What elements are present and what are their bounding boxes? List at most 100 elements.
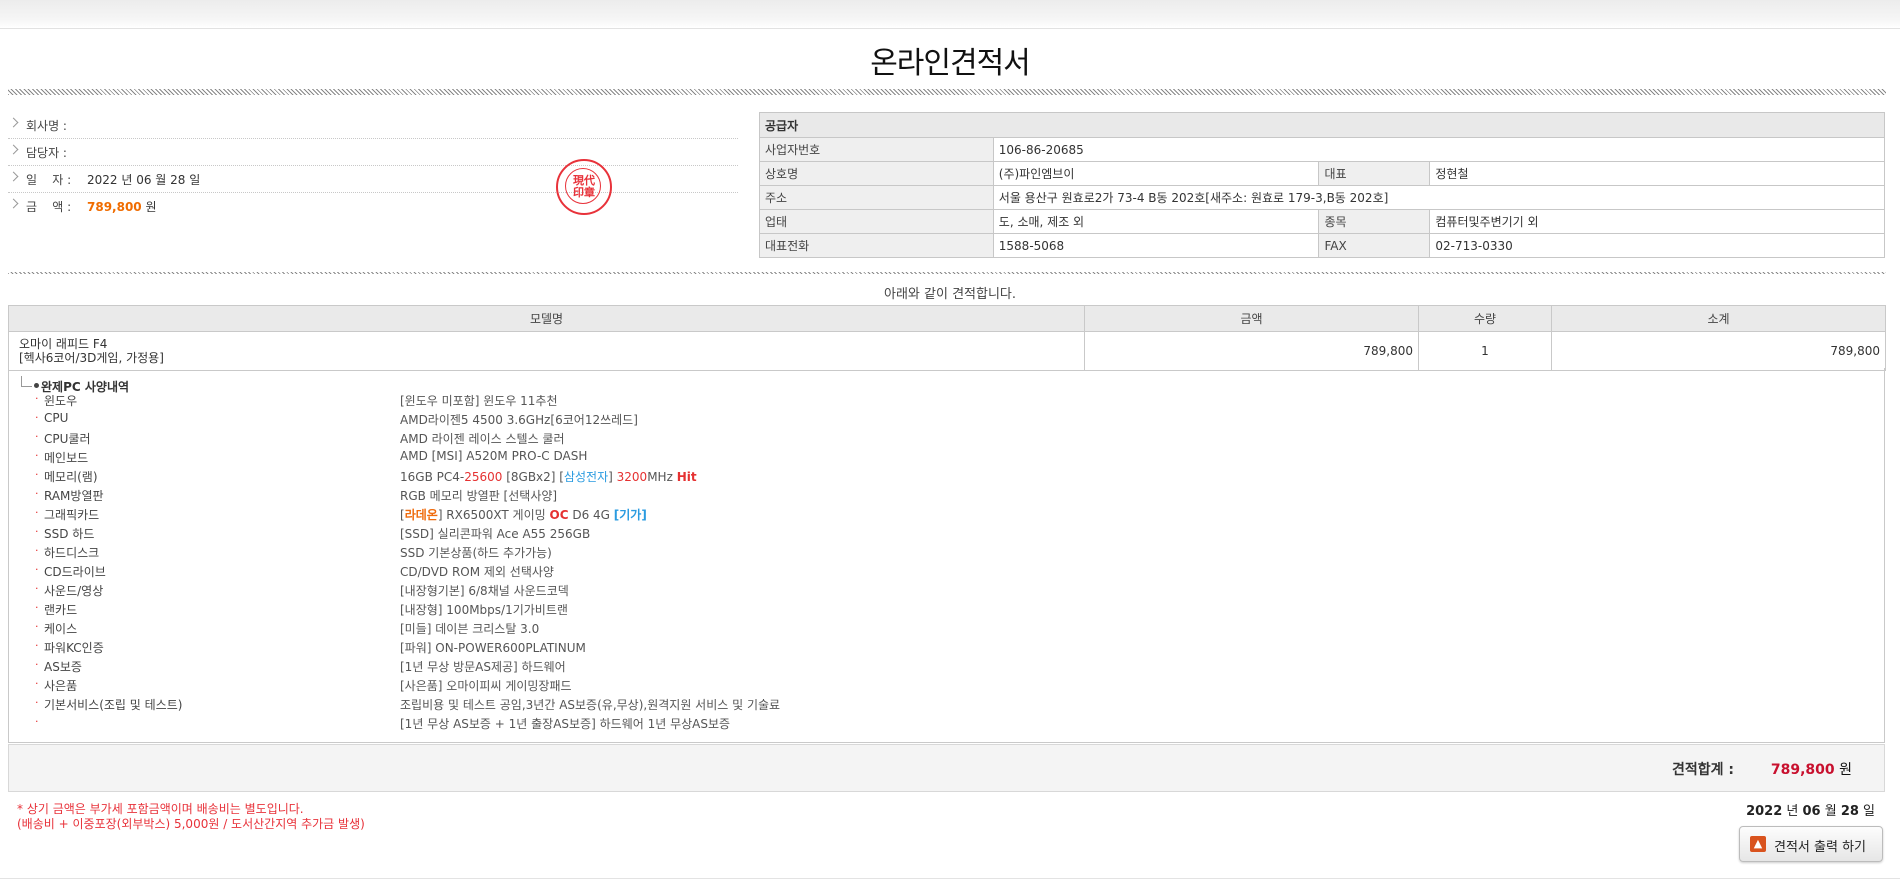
col-qty: 수량 bbox=[1418, 305, 1552, 332]
spec-value: CD/DVD ROM 제외 선택사양 bbox=[400, 565, 554, 579]
footer-month-unit: 월 bbox=[1820, 804, 1841, 819]
seal-line2: 印章 bbox=[573, 186, 595, 199]
address-label: 주소 bbox=[759, 185, 994, 210]
price-cell: 789,800 bbox=[1084, 331, 1419, 371]
spec-key: CD드라이브 bbox=[44, 565, 106, 579]
amount-unit: 원 bbox=[141, 200, 157, 214]
bottom-line bbox=[0, 878, 1900, 879]
print-icon: ▲ bbox=[1750, 836, 1766, 852]
spec-key: 윈도우 bbox=[44, 394, 78, 408]
bullet-icon: · bbox=[35, 601, 39, 614]
spec-key: CPU bbox=[44, 411, 69, 425]
spec-value: [1년 무상 AS보증 + 1년 출장AS보증] 하드웨어 1년 무상AS보증 bbox=[400, 717, 731, 731]
spec-row: · 하드디스크 SSD 기본상품(하드 추가가능) bbox=[35, 543, 1835, 562]
total-bar: 견적합계 : 789,800 원 bbox=[8, 744, 1885, 792]
spec-row: · 사운드/영상 [내장형기본] 6/8채널 사운드코덱 bbox=[35, 581, 1835, 600]
biz-no-value: 106-86-20685 bbox=[992, 137, 1886, 162]
chevron-right-icon bbox=[8, 171, 19, 182]
total-value: 789,800 bbox=[1770, 762, 1835, 778]
spec-value: [내장형] 100Mbps/1기가비트랜 bbox=[400, 603, 568, 617]
spec-value: 조립비용 및 테스트 공임,3년간 AS보증(유,무상),원격지원 서비스 및 … bbox=[400, 698, 781, 712]
bullet-icon: · bbox=[35, 544, 39, 557]
memory-part: MHz bbox=[647, 470, 677, 484]
chevron-right-icon bbox=[8, 117, 19, 128]
bullet-icon: · bbox=[35, 392, 39, 405]
fax-label: FAX bbox=[1318, 233, 1431, 258]
gpu-part: ] RX6500XT 게이밍 bbox=[437, 508, 550, 522]
ceo-value: 정현철 bbox=[1429, 161, 1885, 186]
spec-row: · 윈도우 [윈도우 미포함] 윈도우 11추천 bbox=[35, 391, 1835, 410]
bullet-icon: · bbox=[35, 563, 39, 576]
biz-item-label: 종목 bbox=[1318, 209, 1431, 234]
address-value: 서울 용산구 원효로2가 73-4 B동 202호[새주소: 원효로 179-3… bbox=[992, 185, 1886, 210]
spec-value: [사은품] 오마이피씨 게이밍장패드 bbox=[400, 679, 572, 693]
spec-key: SSD 하드 bbox=[44, 527, 95, 541]
product-cell: 오마이 래피드 F4 [헥사6코어/3D게임, 가정용] bbox=[8, 331, 1085, 371]
biz-item-value: 컴퓨터및주변기기 외 bbox=[1429, 209, 1885, 234]
total-label: 견적합계 : bbox=[1672, 762, 1734, 778]
bullet-icon: · bbox=[35, 582, 39, 595]
spec-row: · CPU쿨러 AMD 라이젠 레이스 스텔스 쿨러 bbox=[35, 429, 1835, 448]
qty-cell: 1 bbox=[1418, 331, 1552, 371]
spec-key: RAM방열판 bbox=[44, 489, 104, 503]
phone-value: 1588-5068 bbox=[992, 233, 1320, 258]
spec-row: · 사은품 [사은품] 오마이피씨 게이밍장패드 bbox=[35, 676, 1835, 695]
date-label: 일 자 : bbox=[26, 173, 72, 187]
spec-key: 기본서비스(조립 및 테스트) bbox=[44, 698, 183, 712]
total-unit: 원 bbox=[1834, 762, 1852, 778]
spec-row: · 그래픽카드 [라데온] RX6500XT 게이밍 OC D6 4G [기가] bbox=[35, 505, 1835, 524]
chevron-right-icon bbox=[8, 144, 19, 155]
spec-value: 16GB PC4-25600 [8GBx2] [삼성전자] 3200MHz Hi… bbox=[400, 468, 697, 485]
spec-row: · CPU AMD라이젠5 4500 3.6GHz[6코어12쓰레드] bbox=[35, 410, 1835, 429]
spec-section: 완제PC 사양내역 · 윈도우 [윈도우 미포함] 윈도우 11추천 · CPU AMD라… bbox=[8, 368, 1885, 743]
spec-value: [1년 무상 방문AS제공] 하드웨어 bbox=[400, 660, 566, 674]
print-button-label: 견적서 출력 하기 bbox=[1774, 840, 1866, 855]
name-value: (주)파인엠브이 bbox=[992, 161, 1320, 186]
gpu-part: OC bbox=[549, 508, 569, 522]
bullet-icon: · bbox=[35, 677, 39, 690]
intro-text: 아래와 같이 견적합니다. bbox=[884, 287, 1016, 302]
biz-type-value: 도, 소매, 제조 외 bbox=[992, 209, 1320, 234]
amount-row: 금 액 : 789,800 원 bbox=[8, 193, 738, 219]
company-seal: 現代 印章 bbox=[556, 159, 612, 215]
footer-year-unit: 년 bbox=[1782, 804, 1803, 819]
table-row: 오마이 래피드 F4 [헥사6코어/3D게임, 가정용] 789,800 1 7… bbox=[8, 331, 1886, 371]
spec-value: [미들] 데이븐 크리스탈 3.0 bbox=[400, 622, 540, 636]
bullet-icon: · bbox=[35, 506, 39, 519]
memory-part: [8GBx2] [ bbox=[502, 470, 564, 484]
spec-value: [SSD] 실리콘파워 Ace A55 256GB bbox=[400, 527, 591, 541]
spec-key: 하드디스크 bbox=[44, 546, 100, 560]
fax-value: 02-713-0330 bbox=[1429, 233, 1885, 258]
bullet-icon: · bbox=[35, 449, 39, 462]
bullet-icon: · bbox=[35, 430, 39, 443]
divider bbox=[8, 272, 1886, 274]
biz-no-label: 사업자번호 bbox=[759, 137, 994, 162]
spec-value: AMD [MSI] A520M PRO-C DASH bbox=[400, 449, 588, 463]
spec-row: · [1년 무상 AS보증 + 1년 출장AS보증] 하드웨어 1년 무상AS보증 bbox=[35, 714, 1835, 733]
phone-label: 대표전화 bbox=[759, 233, 994, 258]
bullet-icon: · bbox=[35, 639, 39, 652]
bullet-icon: · bbox=[35, 468, 39, 481]
name-label: 상호명 bbox=[759, 161, 994, 186]
spec-row: · 랜카드 [내장형] 100Mbps/1기가비트랜 bbox=[35, 600, 1835, 619]
product-name: 오마이 래피드 F4 bbox=[19, 337, 108, 351]
bullet-icon: · bbox=[35, 411, 39, 424]
spec-key: 파워KC인증 bbox=[44, 641, 104, 655]
divider bbox=[8, 89, 1886, 95]
footer-day: 28 bbox=[1840, 804, 1859, 819]
spec-value: SSD 기본상품(하드 추가가능) bbox=[400, 546, 552, 560]
spec-row: · AS보증 [1년 무상 방문AS제공] 하드웨어 bbox=[35, 657, 1835, 676]
spec-key: 랜카드 bbox=[44, 603, 78, 617]
memory-part: 16GB PC4- bbox=[400, 470, 465, 484]
memory-part: ] bbox=[608, 470, 617, 484]
gpu-part: 라데온 bbox=[404, 508, 438, 522]
print-quote-button[interactable]: ▲ 견적서 출력 하기 bbox=[1739, 826, 1883, 862]
bullet-icon: · bbox=[35, 696, 39, 709]
bullet-icon: · bbox=[35, 525, 39, 538]
spec-row: · RAM방열판 RGB 메모리 방열판 [선택사양] bbox=[35, 486, 1835, 505]
memory-part: 3200 bbox=[616, 470, 648, 484]
memory-part: 25600 bbox=[464, 470, 503, 484]
product-sub: [헥사6코어/3D게임, 가정용] bbox=[19, 351, 164, 365]
spec-key: 케이스 bbox=[44, 622, 78, 636]
col-model: 모델명 bbox=[8, 305, 1085, 332]
